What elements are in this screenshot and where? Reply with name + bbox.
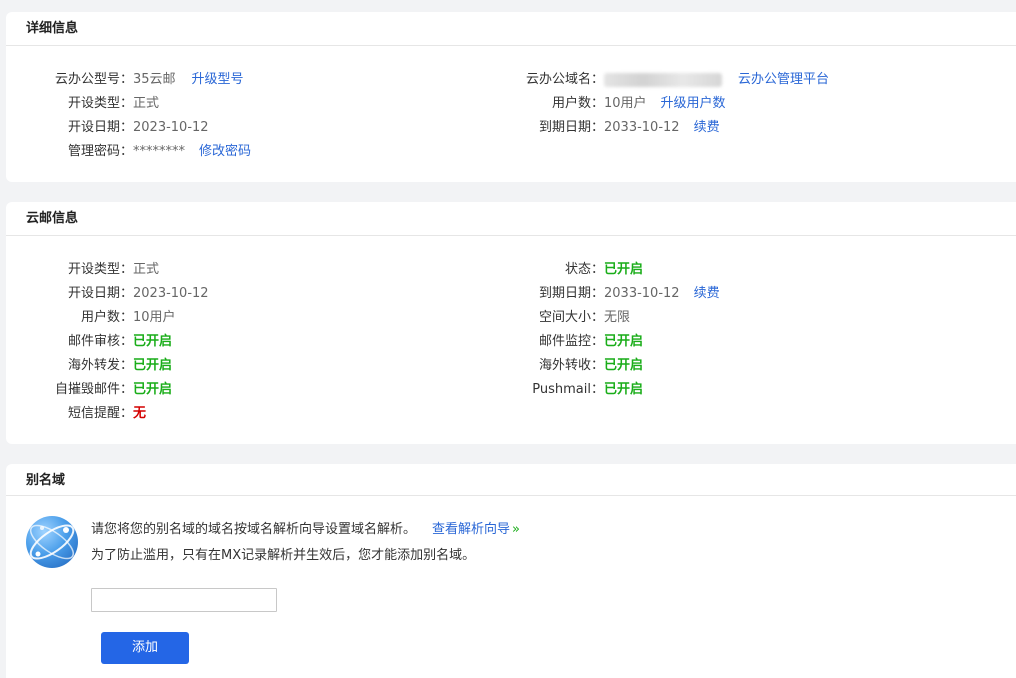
mail-space-label: 空间大小： (538, 310, 604, 325)
upgrade-users-link[interactable]: 升级用户数 (661, 92, 726, 116)
cloud-office-platform-link[interactable]: 云办公管理平台 (738, 68, 829, 92)
detail-renew-link[interactable]: 续费 (694, 116, 720, 140)
mail-renew-link[interactable]: 续费 (694, 282, 720, 306)
mail-row-expire: 到期日期： 2033-10-12 续费 (0, 282, 720, 306)
detail-domain-label: 云办公域名： (525, 72, 604, 87)
detail-expire-value: 2033-10-12 (604, 120, 680, 135)
mail-row-monitor: 邮件监控： 已开启 (0, 330, 643, 354)
detail-domain-blurred-value (604, 73, 722, 87)
alias-title: 别名域 (6, 464, 1016, 496)
mail-overseas-receive-status: 已开启 (604, 358, 644, 373)
mail-monitor-status: 已开启 (604, 334, 644, 349)
alias-line1: 请您将您的别名域的域名按域名解析向导设置域名解析。 查看解析向导 » (91, 518, 520, 542)
alias-notice: 为了防止滥用，只有在MX记录解析并生效后，您才能添加别名域。 (91, 548, 476, 563)
mail-row-pushmail: Pushmail： 已开启 (0, 378, 643, 402)
detail-users-label: 用户数： (551, 96, 604, 111)
change-password-link[interactable]: 修改密码 (199, 140, 251, 164)
mail-state-status: 已开启 (604, 262, 644, 277)
globe-icon (26, 516, 78, 568)
detail-row-password: 管理密码： ******** 修改密码 (0, 140, 251, 164)
mail-row-sms: 短信提醒： 无 (0, 402, 146, 426)
mail-monitor-label: 邮件监控： (538, 334, 604, 349)
mail-expire-value: 2033-10-12 (604, 286, 680, 301)
double-chevron-right-icon[interactable]: » (512, 518, 520, 542)
detail-users-value: 10用户 (604, 96, 647, 111)
mail-row-overseas-receive: 海外转收： 已开启 (0, 354, 643, 378)
detail-row-users: 用户数： 10用户 升级用户数 (0, 92, 726, 116)
detail-password-value: ******** (133, 144, 185, 159)
mail-row-state: 状态： 已开启 (0, 258, 643, 282)
mail-space-value: 无限 (604, 310, 631, 325)
mail-pushmail-label: Pushmail： (532, 382, 604, 397)
view-guide-link[interactable]: 查看解析向导 (432, 518, 510, 542)
alias-instruction: 请您将您的别名域的域名按域名解析向导设置域名解析。 (91, 522, 417, 537)
alias-domain-input[interactable] (91, 588, 277, 612)
detail-title: 详细信息 (6, 12, 1016, 46)
detail-row-expire: 到期日期： 2033-10-12 续费 (0, 116, 720, 140)
mail-expire-label: 到期日期： (538, 286, 604, 301)
alias-line2: 为了防止滥用，只有在MX记录解析并生效后，您才能添加别名域。 (91, 544, 475, 568)
detail-expire-label: 到期日期： (538, 120, 604, 135)
mail-sms-status: 无 (133, 406, 147, 421)
mail-title: 云邮信息 (6, 202, 1016, 236)
mail-row-space: 空间大小： 无限 (0, 306, 630, 330)
mail-state-label: 状态： (564, 262, 604, 277)
detail-row-domain: 云办公域名： 云办公管理平台 (0, 68, 829, 92)
mail-sms-label: 短信提醒： (67, 406, 133, 421)
mail-pushmail-status: 已开启 (604, 382, 644, 397)
add-alias-button[interactable]: 添加 (101, 632, 189, 664)
mail-overseas-receive-label: 海外转收： (538, 358, 604, 373)
detail-password-label: 管理密码： (67, 144, 133, 159)
